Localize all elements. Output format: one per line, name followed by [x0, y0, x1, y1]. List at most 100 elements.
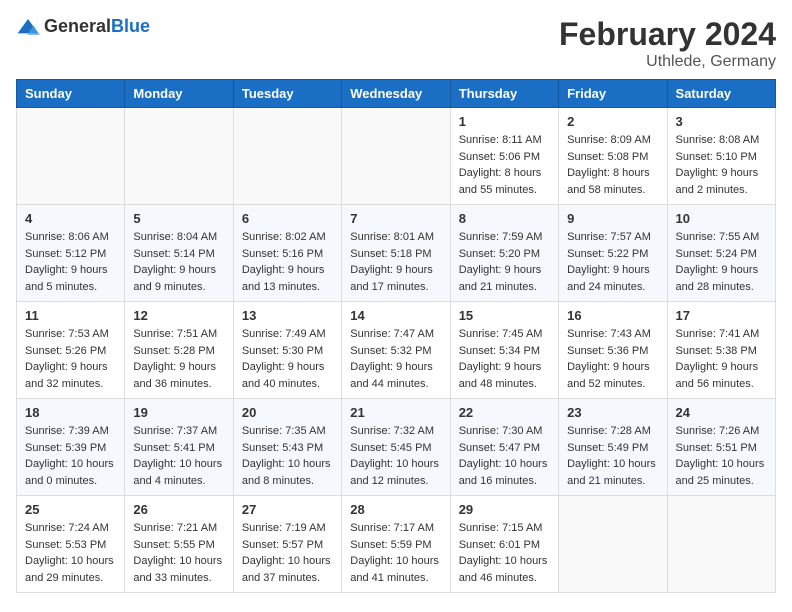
- sunrise-text: Sunrise: 7:45 AM: [459, 328, 543, 340]
- day-number: 8: [459, 211, 550, 226]
- weekday-header: Monday: [125, 80, 233, 108]
- daylight-text: Daylight: 9 hours and 40 minutes.: [242, 361, 325, 390]
- sunrise-text: Sunrise: 7:51 AM: [133, 328, 217, 340]
- sunrise-text: Sunrise: 8:06 AM: [25, 231, 109, 243]
- day-info: Sunrise: 8:08 AMSunset: 5:10 PMDaylight:…: [676, 132, 767, 198]
- sunrise-text: Sunrise: 8:02 AM: [242, 231, 326, 243]
- calendar-week-row: 25Sunrise: 7:24 AMSunset: 5:53 PMDayligh…: [17, 496, 776, 593]
- sunrise-text: Sunrise: 7:19 AM: [242, 522, 326, 534]
- daylight-text: Daylight: 9 hours and 5 minutes.: [25, 264, 108, 293]
- calendar-week-row: 18 Sunrise: 7:39 AM Sunset: 5:39 PM Dayligh…: [17, 399, 776, 496]
- weekday-header: Saturday: [667, 80, 775, 108]
- sunrise-text: Sunrise: 7:57 AM: [567, 231, 651, 243]
- calendar-cell: 15Sunrise: 7:45 AMSunset: 5:34 PMDayligh…: [450, 302, 558, 399]
- sunset-text: Sunset: 5:49 PM: [567, 442, 648, 454]
- sunset-text: Sunset: 5:45 PM: [350, 442, 431, 454]
- day-info: Sunrise: 7:51 AMSunset: 5:28 PMDaylight:…: [133, 326, 224, 392]
- calendar-cell: 22Sunrise: 7:30 AMSunset: 5:47 PMDayligh…: [450, 399, 558, 496]
- calendar-cell: 2Sunrise: 8:09 AMSunset: 5:08 PMDaylight…: [559, 108, 667, 205]
- day-info: Sunrise: 7:47 AM Sunset: 5:32 PM Daylight:…: [350, 326, 441, 392]
- sunrise-text: Sunrise: 8:09 AM: [567, 134, 651, 146]
- day-info: Sunrise: 7:55 AMSunset: 5:24 PMDaylight:…: [676, 229, 767, 295]
- sunrise-text: Sunrise: 7:55 AM: [676, 231, 760, 243]
- calendar-cell: [125, 108, 233, 205]
- sunrise-text: Sunrise: 7:39 AM: [25, 425, 109, 437]
- daylight-text: Daylight: 10 hours and 12 minutes.: [350, 458, 439, 487]
- day-info: Sunrise: 7:32 AM Sunset: 5:45 PM Daylight:…: [350, 423, 441, 489]
- weekday-header: Wednesday: [342, 80, 450, 108]
- daylight-text: Daylight: 9 hours and 28 minutes.: [676, 264, 759, 293]
- weekday-header-row: SundayMondayTuesdayWednesdayThursdayFrid…: [17, 80, 776, 108]
- calendar-cell: [667, 496, 775, 593]
- day-number: 16: [567, 308, 658, 323]
- sunrise-text: Sunrise: 8:01 AM: [350, 231, 434, 243]
- day-info: Sunrise: 8:02 AMSunset: 5:16 PMDaylight:…: [242, 229, 333, 295]
- daylight-text: Daylight: 9 hours and 48 minutes.: [459, 361, 542, 390]
- day-number: 7: [350, 211, 441, 226]
- day-number: 9: [567, 211, 658, 226]
- day-number: 18: [25, 405, 116, 420]
- daylight-text: Daylight: 9 hours and 44 minutes.: [350, 361, 433, 390]
- day-number: 12: [133, 308, 224, 323]
- sunrise-text: Sunrise: 7:59 AM: [459, 231, 543, 243]
- calendar-cell: 6Sunrise: 8:02 AMSunset: 5:16 PMDaylight…: [233, 205, 341, 302]
- calendar-cell: 8Sunrise: 7:59 AMSunset: 5:20 PMDaylight…: [450, 205, 558, 302]
- calendar-cell: 3Sunrise: 8:08 AMSunset: 5:10 PMDaylight…: [667, 108, 775, 205]
- daylight-text: Daylight: 10 hours and 29 minutes.: [25, 555, 114, 584]
- sunset-text: Sunset: 5:55 PM: [133, 539, 214, 551]
- day-info: Sunrise: 7:15 AMSunset: 6:01 PMDaylight:…: [459, 520, 550, 586]
- day-number: 27: [242, 502, 333, 517]
- sunrise-text: Sunrise: 7:35 AM: [242, 425, 326, 437]
- logo-icon: [16, 17, 40, 37]
- sunrise-text: Sunrise: 7:17 AM: [350, 522, 434, 534]
- day-number: 24: [676, 405, 767, 420]
- calendar-cell: 29Sunrise: 7:15 AMSunset: 6:01 PMDayligh…: [450, 496, 558, 593]
- calendar-cell: 9Sunrise: 7:57 AMSunset: 5:22 PMDaylight…: [559, 205, 667, 302]
- sunset-text: Sunset: 6:01 PM: [459, 539, 540, 551]
- calendar-cell: 18Sunrise: 7:39 AMSunset: 5:39 PMDayligh…: [17, 399, 125, 496]
- daylight-text: Daylight: 10 hours and 37 minutes.: [242, 555, 331, 584]
- sunset-text: Sunset: 5:30 PM: [242, 345, 323, 357]
- daylight-text: Daylight: 10 hours and 25 minutes.: [676, 458, 765, 487]
- day-number: 28: [350, 502, 441, 517]
- sunrise-text: Sunrise: 7:26 AM: [676, 425, 760, 437]
- sunset-text: Sunset: 5:32 PM: [350, 345, 431, 357]
- weekday-header: Tuesday: [233, 80, 341, 108]
- sunset-text: Sunset: 5:57 PM: [242, 539, 323, 551]
- daylight-text: Daylight: 9 hours and 52 minutes.: [567, 361, 650, 390]
- weekday-header: Friday: [559, 80, 667, 108]
- daylight-text: Daylight: 9 hours and 21 minutes.: [459, 264, 542, 293]
- day-info: Sunrise: 7:43 AMSunset: 5:36 PMDaylight:…: [567, 326, 658, 392]
- sunrise-text: Sunrise: 8:04 AM: [133, 231, 217, 243]
- calendar-cell: 23Sunrise: 7:28 AMSunset: 5:49 PMDayligh…: [559, 399, 667, 496]
- daylight-text: Daylight: 10 hours and 8 minutes.: [242, 458, 331, 487]
- sunset-text: Sunset: 5:53 PM: [25, 539, 106, 551]
- day-info: Sunrise: 7:26 AM Sunset: 5:51 PM Daylight:…: [676, 423, 767, 489]
- calendar-cell: 10Sunrise: 7:55 AMSunset: 5:24 PMDayligh…: [667, 205, 775, 302]
- sunset-text: Sunset: 5:28 PM: [133, 345, 214, 357]
- day-number: 25: [25, 502, 116, 517]
- day-number: 23: [567, 405, 658, 420]
- logo-text: GeneralBlue: [44, 16, 150, 37]
- calendar-cell: [233, 108, 341, 205]
- sunrise-text: Sunrise: 7:32 AM: [350, 425, 434, 437]
- sunset-text: Sunset: 5:51 PM: [676, 442, 757, 454]
- daylight-text: Daylight: 8 hours and 55 minutes.: [459, 167, 542, 196]
- day-number: 14: [350, 308, 441, 323]
- day-info: Sunrise: 8:09 AMSunset: 5:08 PMDaylight:…: [567, 132, 658, 198]
- day-number: 13: [242, 308, 333, 323]
- header: GeneralBlue February 2024 Uthlede, Germa…: [16, 16, 776, 71]
- daylight-text: Daylight: 9 hours and 24 minutes.: [567, 264, 650, 293]
- sunrise-text: Sunrise: 7:47 AM: [350, 328, 434, 340]
- day-number: 19: [133, 405, 224, 420]
- sunrise-text: Sunrise: 7:53 AM: [25, 328, 109, 340]
- day-info: Sunrise: 8:06 AMSunset: 5:12 PMDaylight:…: [25, 229, 116, 295]
- sunset-text: Sunset: 5:10 PM: [676, 151, 757, 163]
- day-info: Sunrise: 7:21 AMSunset: 5:55 PMDaylight:…: [133, 520, 224, 586]
- logo-general: General: [44, 16, 111, 36]
- day-info: Sunrise: 7:37 AMSunset: 5:41 PMDaylight:…: [133, 423, 224, 489]
- daylight-text: Daylight: 8 hours and 58 minutes.: [567, 167, 650, 196]
- sunset-text: Sunset: 5:39 PM: [25, 442, 106, 454]
- sunset-text: Sunset: 5:47 PM: [459, 442, 540, 454]
- calendar-cell: 13Sunrise: 7:49 AMSunset: 5:30 PMDayligh…: [233, 302, 341, 399]
